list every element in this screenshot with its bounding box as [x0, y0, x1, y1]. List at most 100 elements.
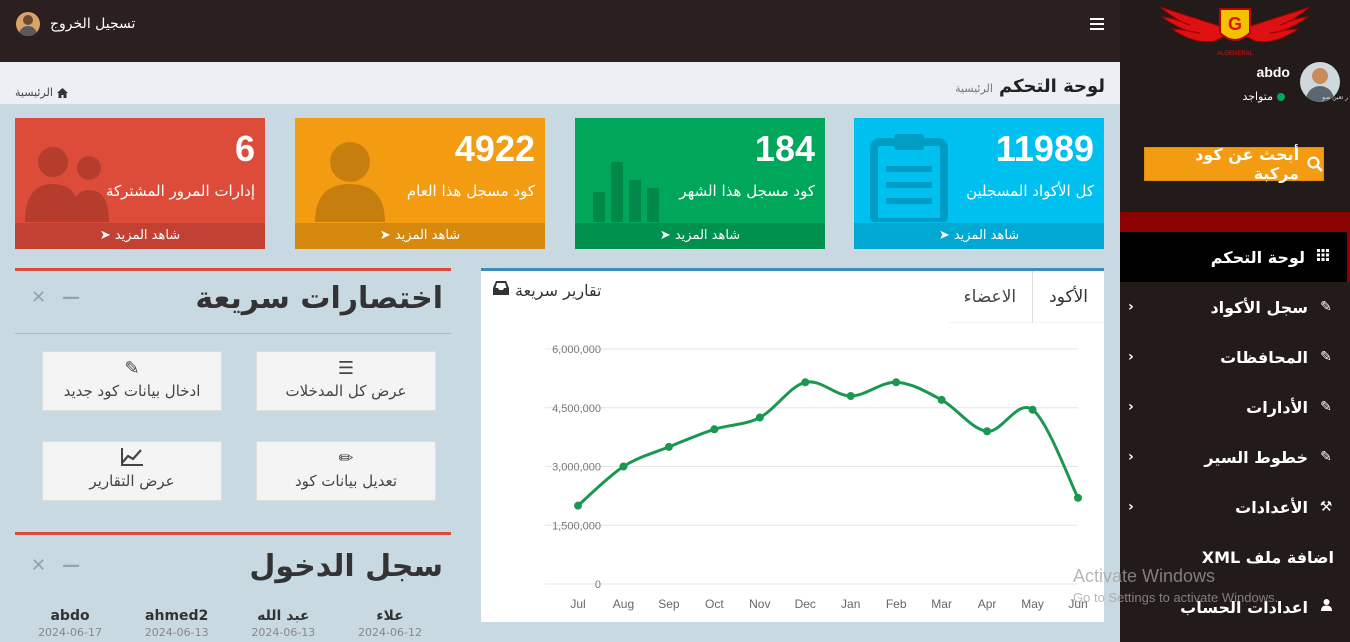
menu-toggle-icon[interactable] [1090, 18, 1104, 33]
shortcuts-panel: اختصارات سريعة ✕ — ☰ عرض كل المدخلات ✎ ا… [15, 268, 451, 518]
login-log-title: سجل الدخول [249, 549, 443, 584]
more-info-label: شاهد المزيد [114, 228, 181, 243]
user-icon [315, 142, 385, 222]
y-tick-label: 1,500,000 [552, 520, 601, 532]
user-avatar-icon [16, 12, 40, 36]
users-icon [25, 147, 109, 222]
sidebar-item-label: لوحة التحكم [1210, 247, 1305, 267]
x-tick-label: Jul [570, 597, 585, 611]
more-info-link[interactable]: شاهد المزيد ➤ [295, 223, 545, 249]
view-reports-button[interactable]: عرض التقارير [42, 441, 222, 501]
bar-chart-icon [593, 162, 659, 222]
minimize-icon[interactable]: — [62, 287, 80, 308]
edit-icon: ✎ [1320, 399, 1332, 415]
stat-label: إدارات المرور المشتركة [105, 182, 255, 200]
tools-icon: ⚒ [1319, 499, 1333, 515]
more-info-label: شاهد المزيد [674, 228, 741, 243]
box-tools: ✕ — [31, 555, 80, 576]
login-user: abdo [50, 608, 90, 624]
add-new-code-button[interactable]: ✎ ادخال بيانات كود جديد [42, 351, 222, 411]
logo-text: ALGENERAL [1217, 51, 1254, 57]
more-info-link[interactable]: شاهد المزيد ➤ [854, 223, 1104, 249]
inbox-icon [493, 281, 509, 295]
sidebar-divider [1120, 212, 1350, 232]
data-point [801, 378, 810, 387]
online-dot-icon [1277, 92, 1285, 101]
breadcrumb[interactable]: الرئيسية [15, 86, 68, 99]
top-navbar: تسجيل الخروج [0, 0, 1120, 62]
sidebar-item-codes[interactable]: ✎ سجل الأكواد ‹ [1120, 282, 1350, 332]
watermark-line2: Go to Settings to activate Windows. [1073, 590, 1279, 605]
search-icon [1307, 156, 1323, 172]
chevron-left-icon: ‹ [1128, 449, 1134, 465]
close-icon[interactable]: ✕ [31, 287, 46, 308]
chevron-left-icon: ‹ [1128, 399, 1134, 415]
sidebar-item-governorates[interactable]: ✎ المحافظات ‹ [1120, 332, 1350, 382]
search-code-button[interactable]: أبحث عن كود مركبة [1144, 145, 1324, 183]
stat-value: 6 [234, 128, 255, 169]
activate-windows-watermark: Activate Windows Go to Settings to activ… [1073, 566, 1278, 605]
page-subtitle: الرئيسية [955, 82, 993, 95]
sidebar-item-dashboard[interactable]: لوحة التحكم [1120, 232, 1350, 282]
sidebar-item-departments[interactable]: ✎ الأدارات ‹ [1120, 382, 1350, 432]
stat-value: 184 [754, 128, 815, 169]
stat-value: 11989 [995, 128, 1094, 169]
edit-icon: ✎ [1320, 449, 1332, 465]
user-panel: ر تعين صو abdo متواجد [1120, 62, 1350, 112]
page-title: لوحة التحكم الرئيسية [955, 76, 1105, 97]
chevron-left-icon: ‹ [1128, 499, 1134, 515]
more-info-label: شاهد المزيد [394, 228, 461, 243]
y-tick-label: 4,500,000 [552, 403, 601, 415]
data-point [755, 413, 764, 422]
tab-codes[interactable]: الأكود [1032, 271, 1104, 323]
y-tick-label: 6,000,000 [552, 344, 601, 356]
sidebar-item-label: الأعدادات [1235, 497, 1308, 517]
arrow-circle-icon: ➤ [659, 228, 671, 243]
data-point [1074, 493, 1082, 502]
list-icon: ☰ [337, 358, 355, 379]
data-point [1028, 405, 1037, 414]
list-item: abdo 2024-06-17 [20, 608, 120, 639]
data-point [619, 462, 628, 471]
close-icon[interactable]: ✕ [31, 555, 46, 576]
line-chart-icon [43, 448, 221, 470]
logout-label: تسجيل الخروج [50, 16, 136, 32]
shortcuts-title: اختصارات سريعة [195, 281, 443, 316]
reports-panel: الأكود الاعضاء تقارير سريعة 0 1,500,000 3,… [481, 268, 1104, 622]
login-user: عبد الله [257, 608, 310, 624]
chevron-left-icon: ‹ [1128, 349, 1134, 365]
edit-code-button[interactable]: ✏ تعديل بيانات كود [256, 441, 436, 501]
button-label: ادخال بيانات كود جديد [63, 382, 201, 400]
stat-box-all-codes: 11989 كل الأكواد المسجلين شاهد المزيد ➤ [854, 118, 1104, 249]
grid-icon [1315, 249, 1331, 265]
box-tools: ✕ — [31, 287, 80, 308]
logout-button[interactable]: تسجيل الخروج [16, 12, 135, 36]
reports-tabs: الأكود الاعضاء [947, 271, 1104, 323]
more-info-link[interactable]: شاهد المزيد ➤ [575, 223, 825, 249]
more-info-link[interactable]: شاهد المزيد ➤ [15, 223, 265, 249]
data-point [846, 392, 855, 400]
page-title-text: لوحة التحكم [998, 76, 1105, 97]
x-tick-label: Apr [978, 597, 997, 611]
view-all-entries-button[interactable]: ☰ عرض كل المدخلات [256, 351, 436, 411]
brand-logo[interactable]: G ALGENERAL [1150, 3, 1320, 59]
data-point [574, 501, 582, 510]
logo-letter: G [1228, 14, 1242, 34]
tab-members[interactable]: الاعضاء [947, 271, 1033, 323]
list-item: عبد الله 2024-06-13 [233, 608, 333, 639]
sidebar-item-label: الأدارات [1246, 397, 1308, 417]
arrow-circle-icon: ➤ [379, 228, 391, 243]
edit-icon: ✎ [1320, 349, 1332, 365]
sidebar-item-settings[interactable]: ⚒ الأعدادات ‹ [1120, 482, 1350, 532]
sidebar-item-routes[interactable]: ✎ خطوط السير ‹ [1120, 432, 1350, 482]
x-tick-label: Sep [658, 597, 680, 611]
user-icon [1318, 599, 1334, 615]
stat-label: كود مسجل هذا الشهر [679, 182, 815, 200]
edit-icon: ✎ [124, 358, 140, 379]
x-tick-label: Dec [795, 597, 816, 611]
login-date: 2024-06-13 [251, 626, 316, 639]
data-point [983, 427, 992, 436]
sidebar-item-label: خطوط السير [1204, 447, 1308, 467]
minimize-icon[interactable]: — [62, 555, 80, 576]
status-label: متواجد [1242, 90, 1273, 103]
